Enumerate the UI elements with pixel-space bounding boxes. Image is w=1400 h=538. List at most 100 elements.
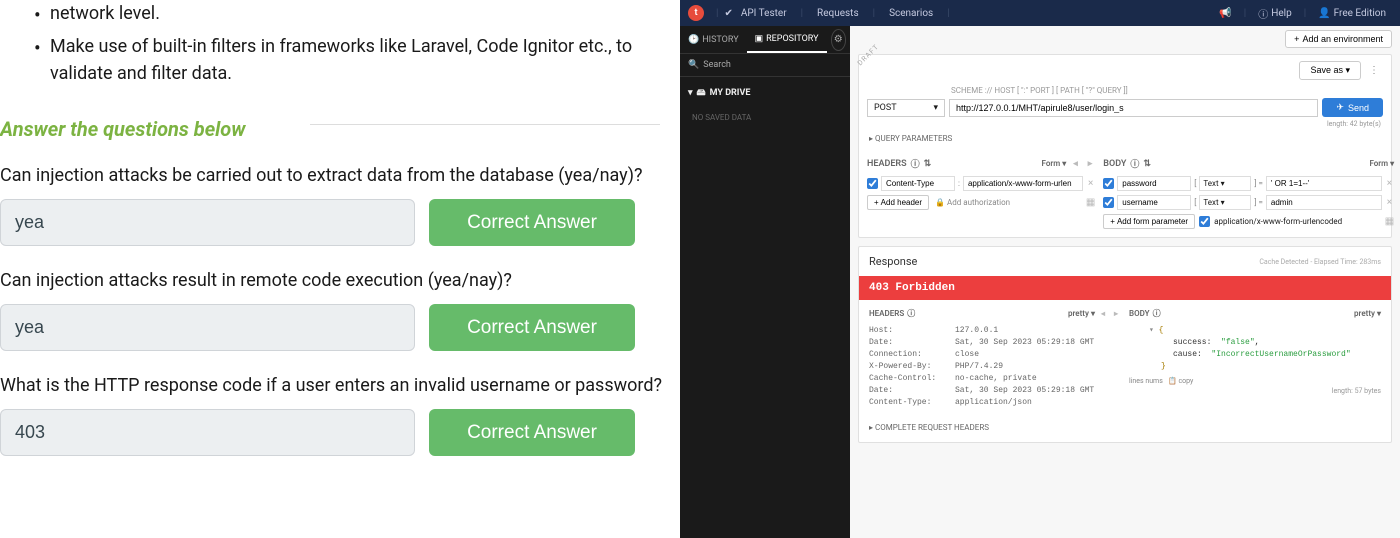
query-params-toggle[interactable]: QUERY PARAMETERS [859,132,1391,151]
param-name-input[interactable] [1117,195,1191,210]
header-checkbox[interactable] [867,178,878,189]
info-icon[interactable]: ⓘ [1153,308,1161,319]
headers-view-dropdown[interactable]: Form ▾ [1042,159,1067,168]
search-bar[interactable]: 🔍Search [680,54,850,77]
body-param-row: [ Text ▾ ] = × [1103,176,1394,191]
length-label: length: 42 byte(s) [859,119,1391,132]
megaphone-icon[interactable]: 📢 [1213,8,1237,19]
clock-icon: 🕑 [688,35,699,45]
folder-icon: ▣ [755,34,764,44]
answer-input[interactable] [0,199,415,246]
nav-right-icon[interactable]: ▸ [1111,309,1121,318]
send-icon: ✈ [1336,102,1344,113]
headers-label: HEADERS [869,309,904,318]
response-header-row: Cache-Control:no-cache, private [869,373,1121,385]
section-heading: Answer the questions below [0,103,670,145]
response-header-row: Date:Sat, 30 Sep 2023 05:29:18 GMT [869,385,1121,397]
sort-icon[interactable]: ⇅ [924,159,932,169]
question-text: What is the HTTP response code if a user… [0,355,670,409]
param-value-input[interactable] [1266,176,1382,191]
no-data-label: NO SAVED DATA [680,109,850,126]
bullet-text: network level. [50,0,670,27]
plus-icon: + [1110,217,1115,226]
param-name-input[interactable] [1117,176,1191,191]
nav-left-icon[interactable]: ◂ [1070,159,1081,169]
nav-requests[interactable]: Requests [809,8,867,19]
response-header-row: Host:127.0.0.1 [869,325,1121,337]
tab-repository[interactable]: ▣ REPOSITORY [747,26,827,53]
complete-headers-toggle[interactable]: COMPLETE REQUEST HEADERS [859,417,1391,442]
param-value-input[interactable] [1266,195,1382,210]
plus-icon: + [874,198,879,207]
header-row: : × [867,176,1095,191]
nav-left-icon[interactable]: ◂ [1098,309,1108,318]
pretty-dropdown[interactable]: pretty ▾ [1354,309,1381,318]
method-select[interactable]: POST▾ [867,99,945,117]
body-view-dropdown[interactable]: Form ▾ [1369,159,1394,168]
correct-answer-button[interactable]: Correct Answer [429,409,635,456]
add-form-param-button[interactable]: +Add form parameter [1103,214,1195,229]
drive-header[interactable]: ▾🖴MY DRIVE [680,77,850,109]
request-card: DRAFT Save as ▾ ⋮ SCHEME :// HOST [ ":" … [858,54,1392,238]
add-auth-link[interactable]: 🔒 Add authorization [935,198,1010,207]
response-title: Response [869,255,917,268]
remove-icon[interactable]: × [1086,178,1095,189]
linenums-toggle[interactable]: lines nums [1129,377,1163,385]
app-logo[interactable]: t [688,5,704,21]
encoding-checkbox[interactable] [1199,216,1210,227]
headers-column: HEADERS ⓘ ⇅ Form ▾ ◂ ▸ : [867,157,1095,229]
param-type-select[interactable]: Text ▾ [1199,176,1251,191]
header-value-input[interactable] [963,176,1083,191]
sidebar: 🕑 HISTORY ▣ REPOSITORY ⚙ 🔍Search ▾🖴MY DR… [680,26,850,538]
copy-button[interactable]: 📋 copy [1168,377,1193,385]
remove-icon[interactable]: × [1385,178,1394,189]
param-checkbox[interactable] [1103,197,1114,208]
save-as-button[interactable]: Save as ▾ [1299,61,1361,80]
pretty-dropdown[interactable]: pretty ▾ [1068,309,1095,318]
body-length-label: length: 57 bytes [1129,387,1381,395]
add-header-button[interactable]: +Add header [867,195,929,210]
edition-label[interactable]: 👤 Free Edition [1312,8,1392,19]
send-button[interactable]: ✈Send [1322,98,1383,117]
info-icon[interactable]: ⓘ [907,308,915,319]
grid-icon[interactable]: ▦ [1086,197,1095,208]
chevron-down-icon: ▾ [933,103,938,113]
header-name-input[interactable] [881,176,955,191]
scheme-label: SCHEME :// HOST [ ":" PORT ] [ PATH [ "?… [859,86,1391,98]
encoding-label: application/x-www-form-urlencoded [1214,217,1342,226]
body-param-row: [ Text ▾ ] = × [1103,195,1394,210]
tab-history[interactable]: 🕑 HISTORY [680,26,747,53]
app-title: API Tester [733,8,795,19]
add-environment-button[interactable]: +Add an environment [1285,30,1392,48]
body-label: BODY [1103,159,1126,169]
response-header-row: Content-Type:application/json [869,397,1121,409]
info-icon[interactable]: ⓘ [1130,157,1139,170]
correct-answer-button[interactable]: Correct Answer [429,199,635,246]
check-icon: ✔ [724,8,732,19]
api-tester-panel: t | ✔ API Tester | Requests | Scenarios … [680,0,1400,538]
response-json: ▾ { success: "false", cause: "IncorrectU… [1129,325,1381,373]
settings-button[interactable]: ⚙ [831,29,846,51]
quiz-panel: network level. Make use of built-in filt… [0,0,680,538]
chevron-down-icon: ▾ [688,88,693,98]
more-menu-button[interactable]: ⋮ [1365,63,1383,78]
answer-input[interactable] [0,304,415,351]
nav-right-icon[interactable]: ▸ [1085,159,1096,169]
status-bar: 403 Forbidden [859,276,1391,300]
nav-scenarios[interactable]: Scenarios [881,8,941,19]
body-label: BODY [1129,309,1150,318]
answer-row: Correct Answer [0,199,670,246]
param-type-select[interactable]: Text ▾ [1199,195,1251,210]
plus-icon: + [1294,34,1299,44]
remove-icon[interactable]: × [1385,197,1394,208]
info-icon[interactable]: ⓘ [911,157,920,170]
sort-icon[interactable]: ⇅ [1143,159,1151,169]
correct-answer-button[interactable]: Correct Answer [429,304,635,351]
answer-input[interactable] [0,409,415,456]
answer-row: Correct Answer [0,304,670,351]
param-checkbox[interactable] [1103,178,1114,189]
response-header-row: X-Powered-By:PHP/7.4.29 [869,361,1121,373]
url-input[interactable] [949,99,1318,117]
grid-icon[interactable]: ▦ [1385,216,1394,227]
help-link[interactable]: ⓘ Help [1252,6,1297,21]
